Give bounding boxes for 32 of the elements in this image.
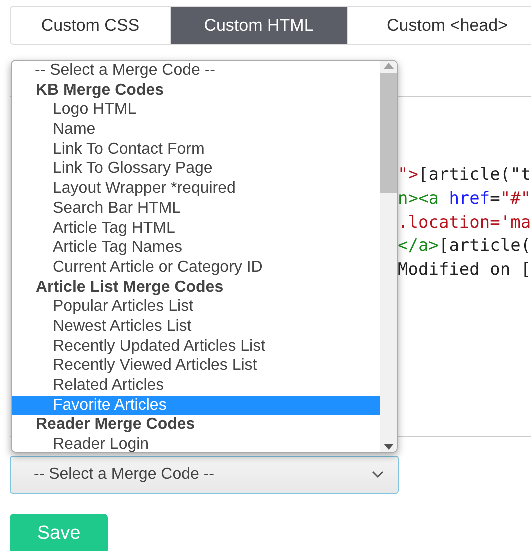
dropdown-option[interactable]: -- Select a Merge Code -- — [12, 61, 380, 81]
dropdown-option[interactable]: Recently Updated Articles List — [12, 336, 380, 356]
dropdown-option[interactable]: Logo HTML — [12, 100, 380, 120]
dropdown-option[interactable]: Newest Articles List — [12, 316, 380, 337]
dropdown-option[interactable]: Current Article or Category ID — [12, 258, 380, 278]
code-line: .location='ma — [398, 212, 531, 235]
scrollbar-thumb[interactable] — [380, 73, 397, 193]
dropdown-option[interactable]: Reader Login — [12, 435, 380, 452]
option-group-label: Article List Merge Codes — [35, 278, 225, 298]
dropdown-option[interactable]: Search Bar HTML — [12, 198, 380, 218]
dropdown-option[interactable]: Article Tag HTML — [12, 218, 380, 238]
dropdown-option[interactable]: Link To Glossary Page — [12, 159, 380, 180]
dropdown-option[interactable]: Recently Viewed Articles List — [12, 356, 380, 376]
dropdown-option[interactable]: Name — [12, 120, 380, 140]
option-group-label: Reader Merge Codes — [35, 415, 196, 436]
code-line: </a>[article( — [398, 235, 531, 258]
dropdown-option[interactable]: Article Tag Names — [12, 238, 380, 258]
scrollbar[interactable] — [380, 61, 397, 452]
code-line: n><a href="#" — [398, 188, 531, 211]
scroll-up-arrow-icon[interactable] — [384, 63, 394, 69]
dropdown-option[interactable]: Link To Contact Form — [12, 140, 380, 160]
code-line: Modified on [ — [398, 259, 531, 282]
option-group-label: KB Merge Codes — [35, 80, 166, 100]
merge-code-select[interactable]: -- Select a Merge Code -- — [10, 456, 399, 494]
code-line: ">[article("t — [398, 164, 531, 187]
scroll-down-arrow-icon[interactable] — [384, 444, 394, 450]
dropdown-option[interactable]: Layout Wrapper *required — [12, 179, 380, 199]
tab[interactable]: Custom HTML — [171, 7, 348, 44]
chevron-down-icon — [372, 471, 384, 479]
dropdown-option[interactable]: Popular Articles List — [12, 297, 380, 317]
dropdown-option[interactable]: Related Articles — [12, 376, 380, 396]
tab[interactable]: Custom CSS — [11, 7, 171, 44]
